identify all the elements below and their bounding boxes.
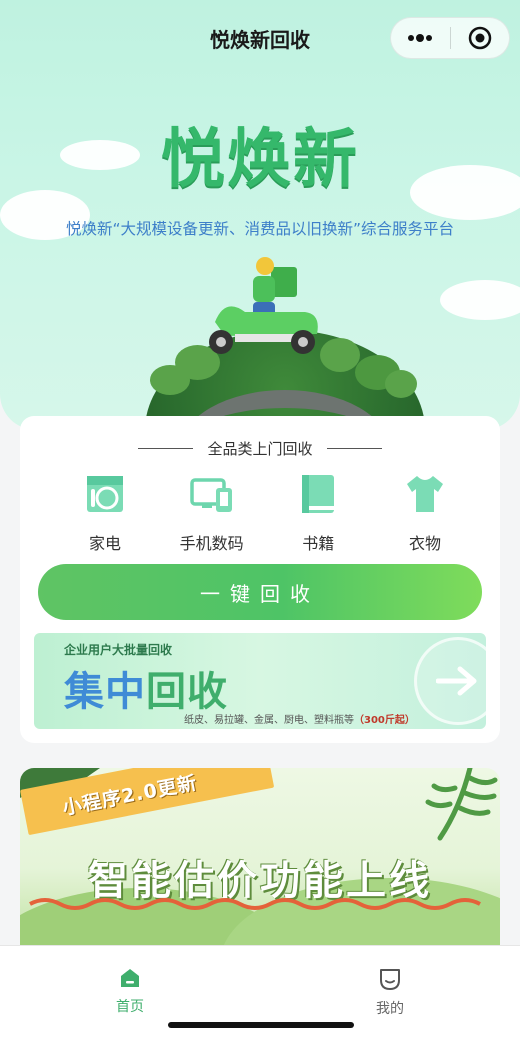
mini-program-capsule bbox=[390, 17, 510, 59]
category-clothing[interactable]: 衣物 bbox=[380, 472, 470, 554]
tab-profile-label: 我的 bbox=[376, 1001, 404, 1017]
category-label: 书籍 bbox=[302, 534, 335, 553]
tab-home-label: 首页 bbox=[116, 999, 144, 1015]
category-digital[interactable]: 手机数码 bbox=[167, 472, 257, 554]
enterprise-note-highlight: （300斤起） bbox=[354, 715, 415, 726]
divider bbox=[138, 448, 194, 449]
category-books[interactable]: 书籍 bbox=[273, 472, 363, 554]
enterprise-title: 集中回收 bbox=[64, 659, 228, 717]
recycle-card: 全品类上门回收 家电 手机数码 书籍 衣物 一键回收 企业用户大批量回收 集中回… bbox=[20, 416, 500, 743]
leaf-decoration-icon bbox=[425, 768, 498, 841]
home-icon bbox=[121, 969, 139, 987]
enterprise-note-text: 纸皮、易拉罐、金属、厨电、塑料瓶等 bbox=[184, 715, 354, 726]
tshirt-icon bbox=[406, 476, 443, 512]
home-indicator bbox=[168, 1022, 354, 1028]
enterprise-note: 纸皮、易拉罐、金属、厨电、塑料瓶等（300斤起） bbox=[184, 711, 415, 726]
book-icon bbox=[302, 475, 335, 513]
category-label: 家电 bbox=[88, 534, 121, 553]
close-mini-program-button[interactable] bbox=[450, 18, 509, 58]
phone-tablet-icon bbox=[189, 478, 232, 512]
cloud-decoration bbox=[440, 280, 520, 320]
arrow-right-icon bbox=[436, 666, 477, 696]
more-dots-icon bbox=[408, 34, 433, 42]
divider bbox=[326, 448, 382, 449]
tab-home[interactable]: 首页 bbox=[90, 966, 170, 1016]
promo-banner[interactable]: 小程序2.0更新 智能估价功能上线 bbox=[20, 768, 500, 968]
enterprise-title-part1: 集中 bbox=[64, 669, 146, 715]
category-label: 手机数码 bbox=[179, 534, 244, 553]
enterprise-bulk-recycle-banner[interactable]: 企业用户大批量回收 集中回收 纸皮、易拉罐、金属、厨电、塑料瓶等（300斤起） bbox=[34, 633, 486, 729]
hero-banner: 悦焕新回收 悦焕新 悦焕新“大规模设备更新、消费品以旧换新”综合服务平台 bbox=[0, 0, 520, 430]
category-label: 衣物 bbox=[408, 534, 441, 553]
wave-decoration bbox=[29, 898, 481, 910]
profile-icon bbox=[380, 969, 400, 990]
recycle-card-title: 全品类上门回收 bbox=[207, 440, 313, 458]
enterprise-subtitle: 企业用户大批量回收 bbox=[64, 643, 173, 657]
tab-profile[interactable]: 我的 bbox=[350, 966, 430, 1018]
brand-logo: 悦焕新 bbox=[161, 123, 359, 197]
washing-machine-icon bbox=[87, 476, 123, 512]
enterprise-title-part2: 回收 bbox=[146, 669, 228, 715]
category-list: 家电 手机数码 书籍 衣物 bbox=[60, 472, 470, 554]
category-appliances[interactable]: 家电 bbox=[60, 472, 150, 554]
one-click-recycle-button[interactable]: 一键回收 bbox=[38, 564, 482, 620]
slogan: 悦焕新“大规模设备更新、消费品以旧换新”综合服务平台 bbox=[65, 220, 455, 238]
delivery-scooter-icon bbox=[209, 257, 318, 354]
more-menu-button[interactable] bbox=[391, 18, 450, 58]
target-icon bbox=[468, 26, 491, 50]
arrow-right-button[interactable] bbox=[414, 637, 486, 725]
